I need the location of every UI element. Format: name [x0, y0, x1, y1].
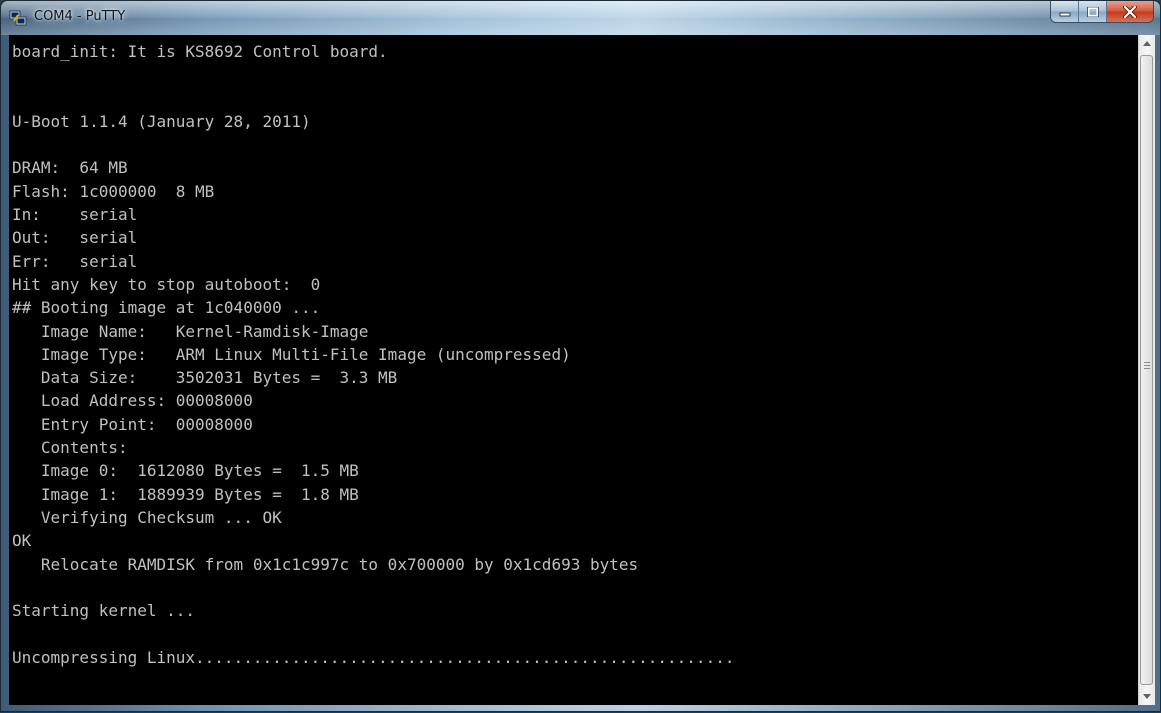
terminal-line: Flash: 1c000000 8 MB: [12, 181, 215, 201]
close-button[interactable]: [1107, 1, 1153, 22]
scroll-down-button[interactable]: [1139, 688, 1155, 705]
close-icon: [1123, 5, 1137, 18]
terminal-line: Starting kernel ...: [12, 601, 196, 621]
terminal-line: Entry Point: 00008000: [12, 414, 253, 434]
window-title: COM4 - PuTTY: [34, 9, 126, 24]
scroll-up-arrow-icon: [1143, 41, 1151, 46]
terminal-line: Data Size: 3502031 Bytes = 3.3 MB: [12, 368, 398, 388]
minimize-icon: [1059, 12, 1070, 16]
putty-app-icon: [9, 10, 27, 26]
terminal-line: Relocate RAMDISK from 0x1c1c997c to 0x70…: [12, 554, 639, 574]
terminal-line: In: serial: [12, 205, 138, 225]
terminal-line: Image Type: ARM Linux Multi-File Image (…: [12, 344, 571, 364]
terminal-line: Image 0: 1612080 Bytes = 1.5 MB: [12, 461, 359, 481]
scrollbar-thumb[interactable]: [1140, 55, 1153, 685]
scrollbar-grip-icon: [1144, 362, 1150, 370]
terminal-line: board_init: It is KS8692 Control board.: [12, 42, 388, 61]
terminal-line: ## Booting image at 1c040000 ...: [12, 298, 321, 318]
maximize-icon: [1086, 6, 1099, 17]
terminal-line: Err: serial: [12, 251, 138, 271]
terminal-line: U-Boot 1.1.4 (January 28, 2011): [12, 111, 311, 131]
vertical-scrollbar[interactable]: [1138, 35, 1155, 705]
terminal-line: Image 1: 1889939 Bytes = 1.8 MB: [12, 484, 359, 504]
terminal-line: Image Name: Kernel-Ramdisk-Image: [12, 321, 369, 341]
window-controls: [1050, 1, 1154, 23]
title-bar[interactable]: COM4 - PuTTY: [1, 1, 1160, 35]
scroll-down-arrow-icon: [1143, 694, 1151, 699]
terminal-line: OK: [12, 531, 32, 551]
terminal-line: Load Address: 00008000: [12, 391, 253, 411]
putty-window: COM4 - PuTTY board_init: It is KS8692 Co…: [0, 0, 1161, 712]
terminal-line: DRAM: 64 MB: [12, 158, 128, 178]
terminal-line: Uncompressing Linux.....................…: [12, 647, 735, 667]
terminal-area[interactable]: board_init: It is KS8692 Control board. …: [9, 35, 1138, 705]
terminal-line: Out: serial: [12, 228, 138, 248]
maximize-button[interactable]: [1079, 1, 1107, 22]
terminal-output: board_init: It is KS8692 Control board. …: [9, 35, 1138, 669]
minimize-button[interactable]: [1051, 1, 1079, 22]
scroll-up-button[interactable]: [1139, 35, 1155, 52]
window-frame-right: [1155, 35, 1161, 705]
terminal-line: Verifying Checksum ... OK: [12, 507, 282, 527]
terminal-line: Contents:: [12, 438, 128, 458]
terminal-line: Hit any key to stop autoboot: 0: [12, 274, 321, 294]
